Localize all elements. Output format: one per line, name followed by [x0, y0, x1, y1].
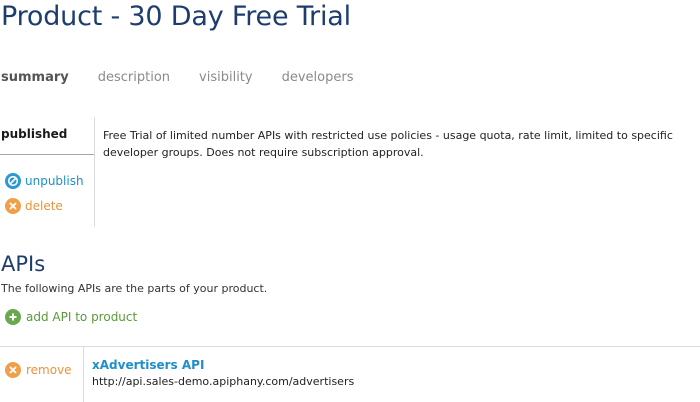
api-table: remove xAdvertisers API http://api.sales…: [0, 346, 700, 402]
delete-label: delete: [25, 199, 63, 213]
plus-circle-icon: [5, 309, 21, 325]
tab-developers[interactable]: developers: [282, 70, 354, 85]
product-description: Free Trial of limited number APIs with r…: [103, 129, 673, 159]
apis-subtitle: The following APIs are the parts of your…: [1, 282, 268, 295]
tab-visibility[interactable]: visibility: [199, 70, 253, 85]
api-name-link[interactable]: xAdvertisers API: [92, 358, 204, 372]
status-divider: [0, 154, 94, 155]
page-title: Product - 30 Day Free Trial: [1, 1, 351, 32]
close-circle-icon: [5, 362, 21, 378]
row-divider: [83, 347, 84, 402]
publish-status-label: published: [1, 127, 68, 141]
tab-summary[interactable]: summary: [1, 70, 69, 85]
product-tabs: summary description visibility developer…: [1, 70, 382, 85]
remove-label: remove: [26, 363, 72, 377]
tab-description[interactable]: description: [98, 70, 170, 85]
delete-button[interactable]: delete: [5, 198, 63, 214]
remove-api-button[interactable]: remove: [5, 362, 72, 378]
unpublish-button[interactable]: unpublish: [5, 173, 84, 189]
add-api-button[interactable]: add API to product: [5, 309, 137, 325]
add-api-label: add API to product: [26, 310, 138, 324]
unpublish-label: unpublish: [25, 174, 84, 188]
publish-status-panel: published unpublish delete: [0, 117, 95, 227]
apis-heading: APIs: [1, 252, 46, 276]
close-circle-icon: [5, 198, 21, 214]
unpublish-icon: [5, 173, 21, 189]
api-url: http://api.sales-demo.apiphany.com/adver…: [92, 375, 355, 388]
